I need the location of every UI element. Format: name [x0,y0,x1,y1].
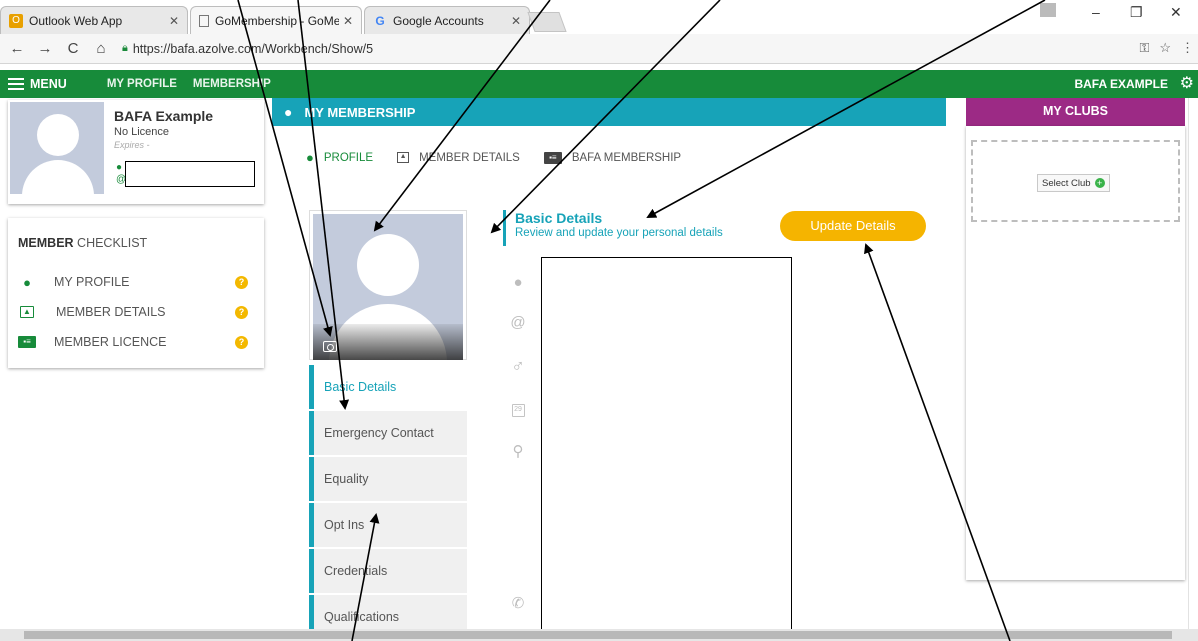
profile-photo[interactable] [309,210,467,360]
top-nav: MENU MY PROFILE MEMBERSHIP BAFA EXAMPLE … [0,70,1198,98]
id-badge-icon: ▲ [397,152,410,163]
hamburger-icon [8,78,24,90]
tab-label: GoMembership - GoMen [215,13,339,28]
question-icon: ? [235,305,248,319]
update-details-button[interactable]: Update Details [780,211,926,241]
key-icon[interactable]: ⚿ [1139,40,1149,56]
browser-tab-google[interactable]: G Google Accounts ✕ [364,6,530,34]
user-icon: ● [23,274,31,290]
user-icon: ● [306,150,314,165]
at-icon: @ [510,314,526,331]
panel-title: MY MEMBERSHIP [304,104,416,120]
id-card-icon: ▪≡ [18,336,36,348]
reload-icon[interactable]: C [62,40,84,57]
side-item-equality[interactable]: Equality [309,457,467,501]
kebab-menu-icon[interactable]: ⋮ [1181,40,1194,56]
redacted-box [541,257,792,632]
menu-label: MENU [30,77,67,91]
add-icon: + [1094,178,1105,188]
member-checklist-card: MEMBER CHECKLIST ● MY PROFILE ? ▲ MEMBER… [8,218,264,368]
google-icon: G [375,13,385,28]
id-card-icon: ▪≡ [543,151,562,164]
scrollbar-thumb[interactable] [24,631,1172,639]
question-icon: ? [235,335,248,349]
back-icon[interactable]: ← [6,40,28,57]
tab-member-details[interactable]: ▲ MEMBER DETAILS [397,152,520,164]
outlook-icon: O [9,13,23,28]
profile-side-menu: Basic Details Emergency Contact Equality… [309,365,467,641]
profile-card: BAFA Example No Licence Expires - ● @ [8,100,264,204]
my-clubs-header: MY CLUBS [966,98,1185,126]
star-icon[interactable]: ☆ [1159,40,1171,56]
question-icon: ? [235,275,248,289]
address-bar: ← → C ⌂ 🔒︎ https://bafa.azolve.com/Workb… [0,34,1198,64]
menu-button[interactable]: MENU [8,77,67,91]
my-membership-header: ● MY MEMBERSHIP [272,98,946,126]
window-close-icon[interactable]: ✕ [1170,4,1182,21]
close-icon[interactable]: ✕ [511,14,521,28]
url-field[interactable]: 🔒︎ https://bafa.azolve.com/Workbench/Sho… [122,42,373,56]
sub-tabs: ● PROFILE ▲ MEMBER DETAILS ▪≡ BAFA MEMBE… [306,150,705,165]
tab-label: Google Accounts [393,13,484,28]
phone-icon: ✆ [511,595,525,612]
basic-details-heading: Basic Details Review and update your per… [503,210,723,246]
user-icon: ● [284,104,293,120]
section-subtitle: Review and update your personal details [515,227,723,239]
browser-tab-strip: O Outlook Web App ✕ GoMembership - GoMen… [0,0,1198,34]
side-item-basic-details[interactable]: Basic Details [309,365,467,409]
licence-status: No Licence [114,126,170,138]
checklist-title: MEMBER CHECKLIST [18,236,148,250]
vertical-scrollbar[interactable] [1188,98,1198,629]
tab-profile[interactable]: ● PROFILE [306,150,373,165]
gender-male-icon: ♂ [511,356,525,376]
forward-icon[interactable]: → [34,40,56,57]
id-badge-icon: ▲ [20,306,34,318]
side-item-credentials[interactable]: Credentials [309,549,467,593]
browser-tab-gomembership[interactable]: GoMembership - GoMen ✕ [190,6,362,34]
side-item-emergency-contact[interactable]: Emergency Contact [309,411,467,455]
lock-icon: 🔒︎ [122,42,128,54]
browser-tab-outlook[interactable]: O Outlook Web App ✕ [0,6,188,34]
profile-name: BAFA Example [114,108,214,124]
gear-icon[interactable]: ⚙ [1180,73,1194,93]
calendar-icon: 29 [509,398,527,417]
nav-my-profile[interactable]: MY PROFILE [107,78,177,90]
checklist-item-member-details[interactable]: ▲ MEMBER DETAILS ? [18,302,258,322]
close-icon[interactable]: ✕ [343,14,353,28]
location-pin-icon: ⚲ [512,443,524,460]
new-tab-button[interactable] [527,12,567,32]
checklist-item-my-profile[interactable]: ● MY PROFILE ? [18,272,258,292]
page-icon [199,14,209,27]
licence-expiry: Expires - [114,140,150,150]
my-clubs-card: Select Club + [966,126,1185,580]
url-text: https://bafa.azolve.com/Workbench/Show/5 [132,41,374,56]
close-icon[interactable]: ✕ [169,14,179,28]
nav-membership[interactable]: MEMBERSHIP [193,78,271,90]
redacted-box [125,161,255,187]
avatar [10,102,104,194]
home-icon[interactable]: ⌂ [90,40,112,57]
tab-bafa-membership[interactable]: ▪≡ BAFA MEMBERSHIP [543,151,681,164]
user-name[interactable]: BAFA EXAMPLE [1074,77,1168,91]
user-icon: ● [116,162,123,173]
tab-label: Outlook Web App [29,13,123,28]
side-item-opt-ins[interactable]: Opt Ins [309,503,467,547]
club-dropzone: Select Club + [971,140,1180,222]
camera-icon[interactable] [323,341,337,352]
restore-icon[interactable]: ❐ [1130,4,1143,21]
profile-icon[interactable] [1040,3,1056,17]
checklist-item-member-licence[interactable]: ▪≡ MEMBER LICENCE ? [18,332,258,352]
minimize-icon[interactable]: – [1092,4,1100,20]
user-icon: ● [513,274,523,291]
select-club-button[interactable]: Select Club + [1037,174,1110,192]
horizontal-scrollbar[interactable] [0,629,1198,641]
section-title: Basic Details [515,210,603,226]
